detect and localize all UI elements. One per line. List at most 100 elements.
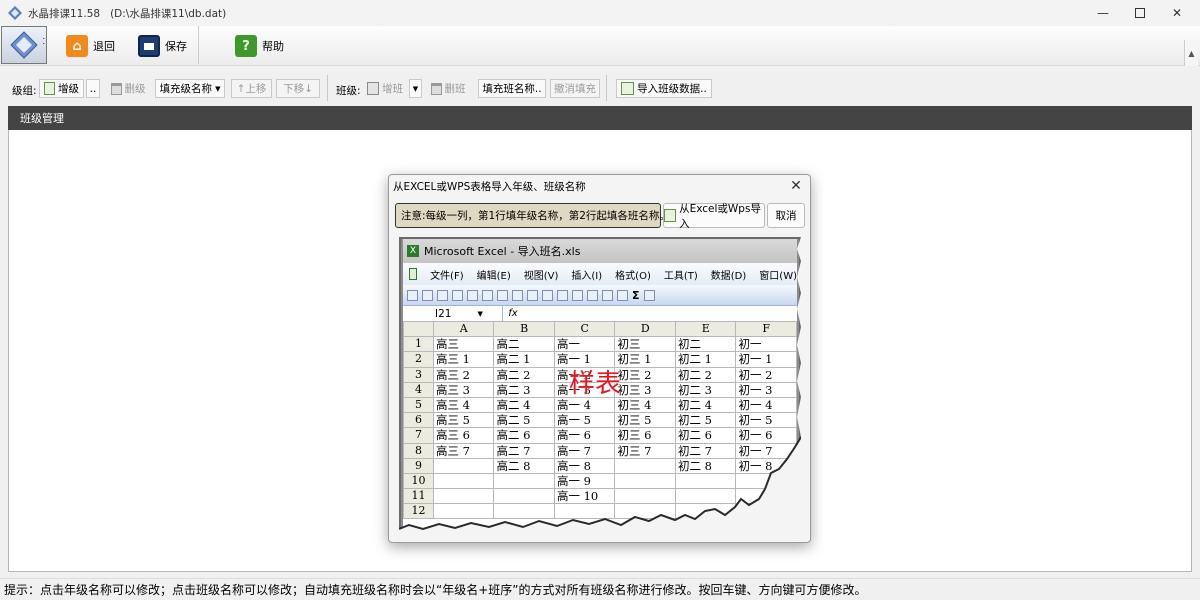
- table-cell: 高一 9: [553, 472, 616, 490]
- excel-sample-table: A B C D E F 1 高三 高二 高一 初三 初二 初一 2 高三 1 高二 1 高一 1 初三…: [403, 320, 797, 520]
- column-header: A: [432, 320, 495, 338]
- table-cell: 高二 8: [493, 457, 555, 474]
- add-grade-icon: [44, 82, 55, 95]
- row-header: 12: [403, 503, 434, 520]
- caret-down-icon: ▼: [215, 84, 221, 93]
- format-painter-icon: [572, 289, 583, 301]
- cancel-fill-label: 撤消填充: [554, 83, 596, 95]
- toolbar-separator: [606, 75, 607, 101]
- excel-menu-item: 数据(D): [710, 270, 747, 282]
- delete-grade-label: 删级: [124, 83, 146, 95]
- grade-class-toolbar: 级组: 增级 .. 删级 填充级名称 ▼ ↑上移 下移↓ 班级: 增班 ▼ 删班 …: [0, 67, 1200, 105]
- table-cell: [735, 472, 797, 490]
- import-data-icon: [621, 82, 635, 95]
- panel-header: 班级管理: [8, 106, 1192, 130]
- add-class-dropdown-button[interactable]: ▼: [409, 79, 422, 98]
- close-icon: ✕: [1171, 6, 1183, 20]
- trash-icon: [430, 82, 442, 95]
- status-text: 提示：点击年级名称可以修改；点击班级名称可以修改；自动填充班级名称时会以“年级名…: [4, 583, 867, 597]
- table-cell: 高二 7: [493, 442, 555, 459]
- excel-menu-item: 工具(T): [663, 270, 698, 282]
- print-icon: [467, 289, 478, 301]
- window-title: 水晶排课11.58 (D:\水晶排课11\db.dat): [28, 7, 227, 20]
- table-cell: 高三 6: [432, 427, 495, 444]
- table-cell: 初三 7: [614, 442, 676, 459]
- table-cell: 高二 2: [493, 366, 555, 383]
- table-cell: 高一 7: [553, 442, 616, 459]
- add-grade-button[interactable]: 增级: [39, 79, 84, 98]
- more-label: ..: [89, 82, 97, 95]
- dialog-close-button[interactable]: ✕: [786, 177, 806, 195]
- table-cell: 初三 4: [614, 396, 676, 414]
- row-header: 3: [403, 366, 434, 383]
- excel-menu-bar: 文件(F) 编辑(E) 视图(V) 插入(I) 格式(O) 工具(T) 数据(D…: [403, 263, 797, 285]
- import-note-text: 注意:每级一列，第1行填年级名称，第2行起填各班名称。: [401, 210, 670, 222]
- research-icon: [512, 289, 523, 301]
- paste-icon: [557, 289, 568, 301]
- excel-title-bar: X Microsoft Excel - 导入班名.xls: [403, 239, 797, 263]
- table-row: 7 高三 6 高二 6 高一 6 初三 6 初二 6 初一 6: [403, 427, 797, 444]
- table-row: 8 高三 7 高二 7 高一 7 初三 7 初二 7 初一 7: [403, 442, 797, 459]
- add-grade-more-button[interactable]: ..: [86, 79, 100, 98]
- minimize-icon: —: [1097, 6, 1109, 20]
- column-header: B: [493, 320, 555, 338]
- table-cell: 高二 3: [493, 381, 555, 398]
- app-diamond-icon: [8, 6, 22, 20]
- excel-menu-item: 视图(V): [523, 270, 559, 282]
- table-cell: [432, 457, 495, 474]
- add-class-label: 增班: [382, 83, 403, 95]
- dialog-title: 从EXCEL或WPS表格导入年级、班级名称: [393, 180, 586, 193]
- table-cell: 初二 7: [674, 442, 737, 459]
- dialog-cancel-label: 取消: [775, 210, 797, 222]
- table-cell: 高二 1: [493, 351, 555, 368]
- help-button[interactable]: ? 帮助: [235, 32, 284, 60]
- close-window-button[interactable]: ✕: [1154, 0, 1200, 26]
- table-cell: 初三 2: [614, 366, 676, 383]
- status-bar: 提示：点击年级名称可以修改；点击班级名称可以修改；自动填充班级名称时会以“年级名…: [0, 578, 1200, 600]
- help-label: 帮助: [262, 40, 284, 53]
- table-cell: [614, 457, 676, 474]
- table-cell: 高二 6: [493, 427, 555, 444]
- fill-grade-names-dropdown[interactable]: 填充级名称 ▼: [155, 79, 225, 98]
- table-cell: [674, 503, 737, 520]
- import-class-data-label: 导入班级数据..: [637, 83, 707, 95]
- column-header: F: [735, 320, 797, 338]
- sort-icon: [643, 289, 655, 301]
- caret-down-icon: ▼: [477, 309, 483, 318]
- title-bar: 水晶排课11.58 (D:\水晶排课11\db.dat) — ✕: [0, 0, 1200, 26]
- row-header: 8: [403, 442, 434, 459]
- fill-class-names-button[interactable]: 填充班名称..: [478, 79, 546, 98]
- app-menu-button[interactable]: ⁚: [1, 26, 47, 64]
- move-up-button[interactable]: ↑上移: [231, 79, 272, 98]
- excel-doc-icon: [409, 268, 418, 280]
- dialog-cancel-button[interactable]: 取消: [767, 203, 805, 228]
- move-down-button[interactable]: 下移↓: [276, 79, 320, 98]
- delete-grade-button[interactable]: 删级: [105, 79, 151, 98]
- save-button[interactable]: 保存: [138, 32, 187, 60]
- table-cell: [493, 488, 555, 505]
- add-class-button[interactable]: 增班: [362, 79, 408, 98]
- add-grade-label: 增级: [58, 83, 79, 95]
- table-row: 12: [403, 503, 797, 520]
- table-cell: 初三: [614, 336, 676, 353]
- cancel-fill-button[interactable]: 撤消填充: [550, 79, 600, 98]
- table-cell: [735, 503, 797, 520]
- import-from-excel-button[interactable]: 从Excel或Wps导入: [663, 203, 765, 230]
- sample-label: 样表: [569, 369, 622, 399]
- delete-class-button[interactable]: 删班: [425, 79, 471, 98]
- question-icon: ?: [235, 35, 257, 57]
- table-cell: 初三 6: [614, 427, 676, 444]
- table-cell: 高三 5: [432, 412, 495, 429]
- table-cell: 高一: [553, 336, 616, 353]
- main-toolbar: ⁚ ⌂ 退回 保存 ? 帮助: [0, 26, 1200, 66]
- undo-icon: [587, 289, 598, 301]
- table-cell: [432, 503, 495, 520]
- toolbar-scroll-button[interactable]: ▲: [1184, 40, 1198, 66]
- table-cell: 高一 6: [553, 427, 616, 444]
- table-cell: 初二 6: [674, 427, 737, 444]
- back-button[interactable]: ⌂ 退回: [66, 32, 115, 60]
- import-class-data-button[interactable]: 导入班级数据..: [616, 79, 712, 98]
- excel-logo-icon: X: [407, 245, 419, 257]
- fill-grade-names-label: 填充级名称: [159, 83, 213, 95]
- table-cell: 初一: [735, 336, 797, 353]
